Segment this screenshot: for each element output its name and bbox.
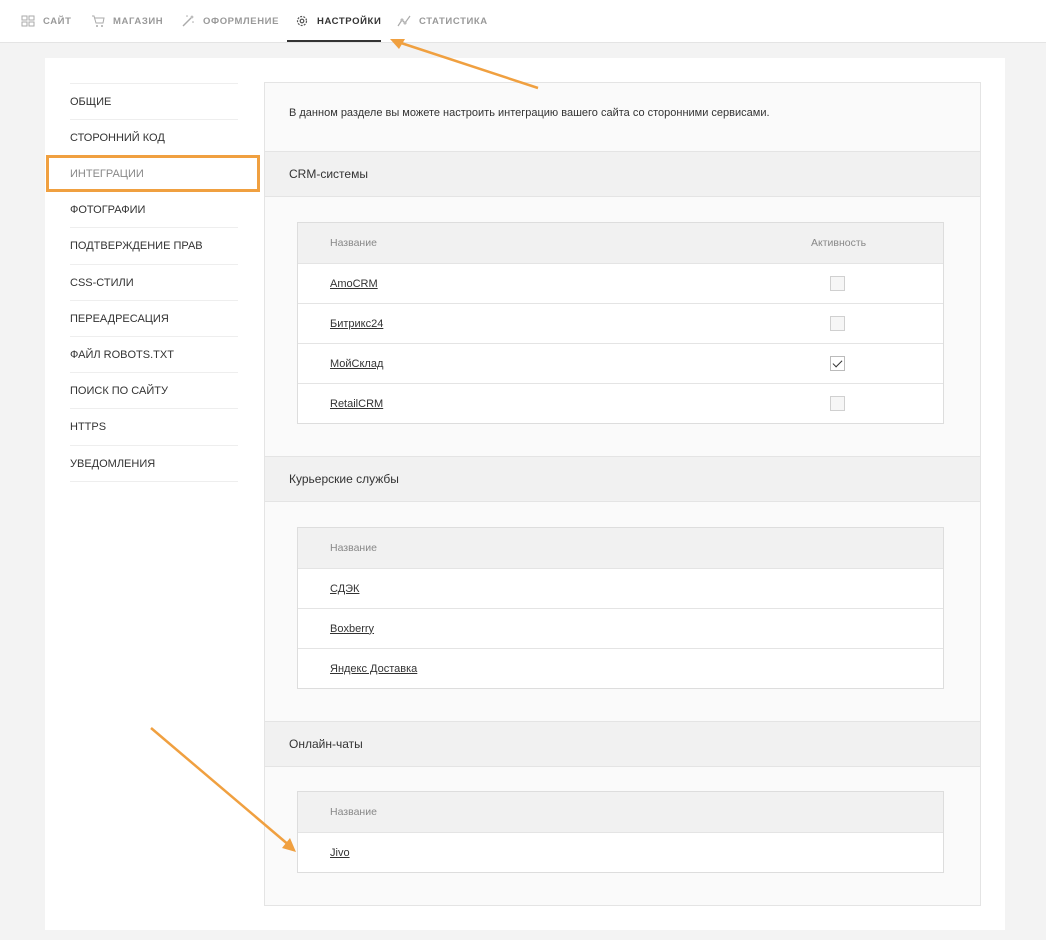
column-header-active: Активность: [811, 237, 867, 249]
sidebar-item-robots[interactable]: ФАЙЛ ROBOTS.TXT: [70, 336, 238, 372]
sidebar-item-site-search[interactable]: ПОИСК ПО САЙТУ: [70, 372, 238, 408]
table-row: AmoCRM: [298, 263, 943, 303]
table-row: Битрикс24: [298, 303, 943, 343]
table-row: RetailCRM: [298, 383, 943, 423]
active-checkbox[interactable]: [830, 316, 845, 331]
nav-tab-label: САЙТ: [43, 15, 72, 27]
column-header-name: Название: [330, 237, 377, 249]
sidebar-item-css[interactable]: CSS-СТИЛИ: [70, 264, 238, 300]
chart-line-icon: [397, 15, 411, 27]
nav-tab-design[interactable]: ОФОРМЛЕНИЕ: [181, 0, 279, 42]
sidebar-item-photos[interactable]: ФОТОГРАФИИ: [70, 191, 238, 227]
table-row: Jivo: [298, 832, 943, 872]
sidebar-item-redirect[interactable]: ПЕРЕАДРЕСАЦИЯ: [70, 300, 238, 336]
active-checkbox[interactable]: [830, 276, 845, 291]
crm-table: Название Активность AmoCRM Битрикс24 Мой…: [297, 222, 944, 424]
integration-link-bitrix24[interactable]: Битрикс24: [330, 318, 383, 330]
active-checkbox-checked[interactable]: [830, 356, 845, 371]
sidebar-item-label: HTTPS: [70, 420, 107, 433]
table-header: Название Активность: [298, 223, 943, 263]
nav-tab-label: МАГАЗИН: [113, 15, 164, 27]
magic-wand-icon: [182, 15, 194, 27]
active-checkbox[interactable]: [830, 396, 845, 411]
integration-link-cdek[interactable]: СДЭК: [330, 583, 359, 595]
section-header-chats: Онлайн-чаты: [265, 721, 980, 767]
sidebar-item-verification[interactable]: ПОДТВЕРЖДЕНИЕ ПРАВ: [70, 227, 238, 263]
sidebar-item-label: СТОРОННИЙ КОД: [70, 131, 165, 144]
integration-link-retailcrm[interactable]: RetailCRM: [330, 398, 383, 410]
sidebar-item-label: УВЕДОМЛЕНИЯ: [70, 457, 156, 470]
table-row: Яндекс Доставка: [298, 648, 943, 688]
nav-tab-shop[interactable]: МАГАЗИН: [91, 0, 163, 42]
table-header: Название: [298, 792, 943, 832]
top-nav: САЙТ МАГАЗИН ОФОРМЛЕНИЕ НАСТРОЙКИ СТАТИС…: [0, 0, 1046, 43]
sidebar-item-label: ПОДТВЕРЖДЕНИЕ ПРАВ: [70, 239, 203, 252]
integration-link-amocrm[interactable]: AmoCRM: [330, 278, 378, 290]
sidebar-item-notifications[interactable]: УВЕДОМЛЕНИЯ: [70, 445, 238, 481]
nav-tab-label: СТАТИСТИКА: [419, 15, 488, 27]
sidebar-item-label: CSS-СТИЛИ: [70, 276, 134, 289]
sidebar-item-label: ПОИСК ПО САЙТУ: [70, 384, 168, 397]
cart-icon: [92, 15, 105, 27]
sidebar-item-label: ПЕРЕАДРЕСАЦИЯ: [70, 312, 169, 325]
column-header-name: Название: [330, 806, 377, 818]
sidebar-item-custom-code[interactable]: СТОРОННИЙ КОД: [70, 119, 238, 155]
section-header-couriers: Курьерские службы: [265, 456, 980, 502]
couriers-table: Название СДЭК Boxberry Яндекс Доставка: [297, 527, 944, 689]
sidebar-item-general[interactable]: ОБЩИЕ: [70, 83, 238, 119]
integration-link-yandex-delivery[interactable]: Яндекс Доставка: [330, 663, 417, 675]
sidebar-divider: [70, 481, 238, 482]
sidebar-item-label: ФОТОГРАФИИ: [70, 203, 146, 216]
active-tab-underline: [287, 40, 381, 42]
table-row: МойСклад: [298, 343, 943, 383]
sidebar-item-label: ОБЩИЕ: [70, 95, 112, 108]
section-header-crm: CRM-системы: [265, 151, 980, 197]
nav-tab-settings[interactable]: НАСТРОЙКИ: [295, 0, 381, 42]
nav-tab-label: НАСТРОЙКИ: [317, 15, 382, 27]
grid-icon: [21, 15, 35, 27]
table-row: Boxberry: [298, 608, 943, 648]
nav-tab-statistics[interactable]: СТАТИСТИКА: [397, 0, 488, 42]
chats-table: Название Jivo: [297, 791, 944, 873]
sidebar-item-https[interactable]: HTTPS: [70, 408, 238, 444]
column-header-name: Название: [330, 542, 377, 554]
integration-link-jivo[interactable]: Jivo: [330, 847, 350, 859]
annotation-highlight-box: [46, 155, 260, 192]
table-row: СДЭК: [298, 568, 943, 608]
nav-tab-site[interactable]: САЙТ: [21, 0, 72, 42]
gear-icon: [296, 15, 308, 27]
nav-tab-label: ОФОРМЛЕНИЕ: [203, 15, 280, 27]
intro-text: В данном разделе вы можете настроить инт…: [289, 107, 770, 119]
integration-link-boxberry[interactable]: Boxberry: [330, 623, 374, 635]
sidebar-item-label: ФАЙЛ ROBOTS.TXT: [70, 348, 174, 361]
table-header: Название: [298, 528, 943, 568]
integration-link-moysklad[interactable]: МойСклад: [330, 358, 383, 370]
